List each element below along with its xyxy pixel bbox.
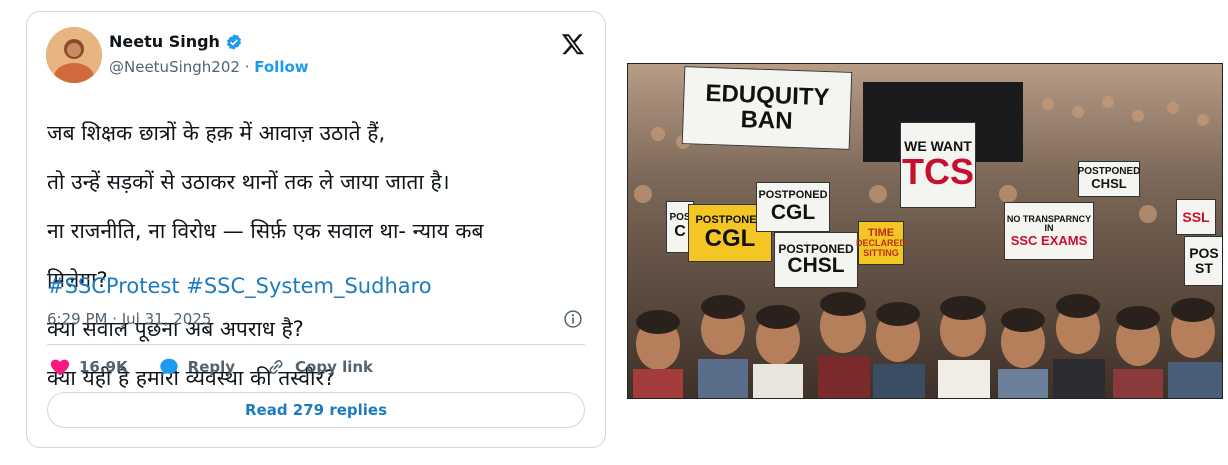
- sign-text: TCS: [902, 151, 974, 193]
- handle-separator: ·: [239, 58, 255, 76]
- follow-button[interactable]: Follow: [254, 58, 308, 76]
- sign-postponed-cgl-center: POSTPONED CGL: [756, 182, 830, 232]
- sign-text: POS: [1189, 245, 1219, 262]
- sign-text: SITTING: [863, 247, 899, 258]
- like-count: 16.9K: [79, 358, 128, 376]
- copy-link-button[interactable]: Copy link: [265, 356, 373, 378]
- tweet-actions: 16.9K Reply Copy link: [49, 356, 403, 378]
- reply-bubble-icon: [159, 358, 178, 376]
- sign-postponed-chsl-center: POSTPONED CHSL: [774, 232, 858, 288]
- tweet-line: तो उन्हें सड़कों से उठाकर थानों तक ले जा…: [47, 169, 450, 194]
- author-handle[interactable]: @NeetuSingh202: [109, 58, 240, 76]
- hashtag-link[interactable]: #SSCProtest: [47, 274, 180, 298]
- divider: [47, 344, 585, 345]
- sign-text: CHSL: [787, 254, 845, 278]
- author-handle-line: @NeetuSingh202 · Follow: [109, 58, 309, 76]
- tweet-card: Neetu Singh @NeetuSingh202 · Follow जब श…: [26, 11, 606, 448]
- sign-text: CGL: [770, 200, 816, 224]
- sign-text: SSC EXAMS: [1010, 232, 1088, 248]
- author-name[interactable]: Neetu Singh: [109, 32, 243, 51]
- hashtags: #SSCProtest #SSC_System_Sudharo: [47, 274, 432, 298]
- reply-button[interactable]: Reply: [158, 356, 235, 378]
- sign-eduquity-ban: EDUQUITY BAN: [681, 66, 853, 150]
- sign-text: EDUQUITY: [704, 79, 830, 111]
- sign-text: SSL: [1182, 208, 1210, 225]
- sign-text: ST: [1195, 260, 1213, 276]
- copy-link-label: Copy link: [295, 358, 374, 376]
- protest-photo: EDUQUITY BAN WE WANT TCS POSTPONED CHSL …: [627, 63, 1223, 399]
- sign-postponed-chsl-top: POSTPONED CHSL: [1078, 161, 1140, 197]
- sign-ssl-right: SSL: [1176, 199, 1216, 235]
- tweet-timestamp[interactable]: 6:29 PM · Jul 31, 2025: [47, 310, 211, 328]
- tweet-line: जब शिक्षक छात्रों के हक़ में आवाज़ उठाते…: [47, 120, 386, 145]
- sign-no-transparency: NO TRANSPARNCY IN SSC EXAMS: [1004, 202, 1094, 260]
- sign-text: CHSL: [1091, 176, 1127, 192]
- reply-label: Reply: [187, 358, 236, 376]
- link-icon: [269, 360, 283, 374]
- sign-edge-right: POS ST: [1184, 236, 1222, 286]
- author-avatar[interactable]: [46, 27, 102, 83]
- hashtag-link[interactable]: #SSC_System_Sudharo: [186, 274, 431, 298]
- info-icon[interactable]: [563, 309, 583, 329]
- verified-badge-icon: [226, 33, 242, 50]
- sign-yellow-small: TIME DECLARED SITTING: [856, 221, 906, 265]
- read-replies-button[interactable]: Read 279 replies: [47, 392, 585, 428]
- like-button[interactable]: 16.9K: [49, 356, 128, 378]
- sign-text: BAN: [740, 106, 794, 135]
- sign-text: CGL: [704, 225, 756, 253]
- sign-we-want-tcs: WE WANT TCS: [900, 122, 976, 208]
- author-name-text[interactable]: Neetu Singh: [109, 32, 220, 51]
- sign-text: C: [674, 222, 686, 240]
- tweet-line: ना राजनीति, ना विरोध — सिर्फ़ एक सवाल था…: [47, 218, 484, 243]
- heart-icon: [50, 359, 70, 376]
- x-logo-icon[interactable]: [561, 32, 585, 56]
